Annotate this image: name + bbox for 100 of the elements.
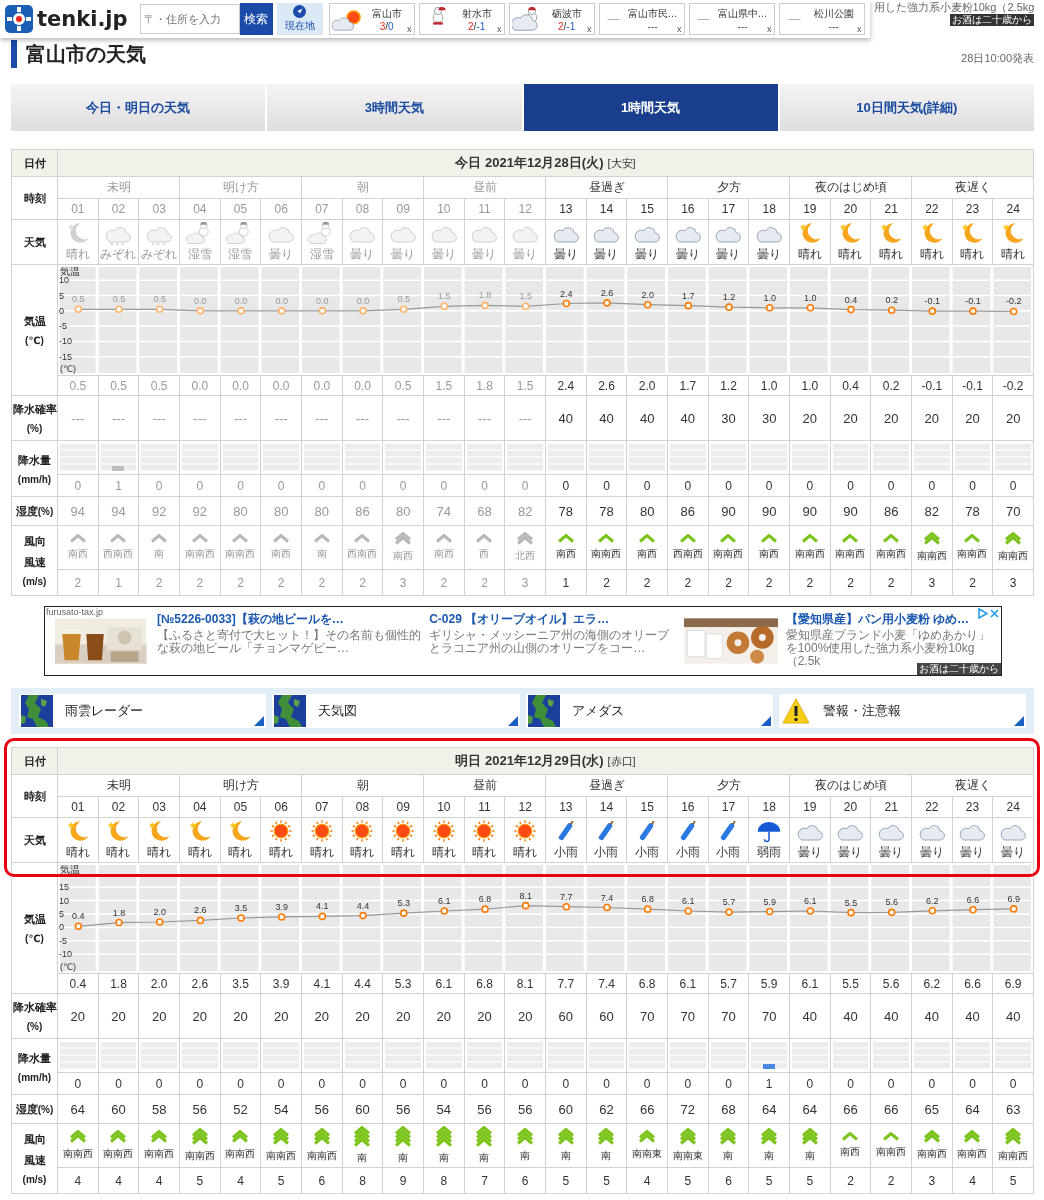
close-button[interactable]: x: [497, 24, 502, 34]
weather-label: 晴れ: [879, 246, 904, 263]
ad-title[interactable]: 【愛知県産】パン用小麦粉 ゆめ…: [785, 612, 1000, 627]
hour-label: 21: [884, 800, 898, 814]
rain-amount: 0: [196, 1076, 204, 1091]
adchoices-icon[interactable]: [977, 608, 988, 619]
temperature-range: 2/-1: [558, 20, 576, 32]
rain-gauge: [344, 444, 381, 471]
wind-speed: 2: [847, 575, 854, 590]
data-label: 7.4: [600, 892, 614, 903]
weather-label: 晴れ: [228, 844, 253, 861]
unit-label: (%): [37, 1103, 54, 1115]
tick-label: 0: [59, 922, 64, 933]
weather-label: 小雨: [675, 844, 700, 861]
temperature-value: 4.4: [354, 976, 371, 991]
temperature-value: 5.3: [394, 976, 412, 991]
data-point: [684, 907, 693, 915]
data-point: [643, 905, 652, 913]
row-label: 風向: [23, 534, 46, 549]
data-label: 1.7: [682, 290, 695, 301]
period-label: 朝: [356, 179, 369, 196]
nav-link[interactable]: 警報・注意報: [778, 694, 1026, 728]
humidity-value: 66: [639, 1101, 655, 1117]
row-label: 降水確率: [12, 1000, 57, 1015]
temperature-value: 2.4: [557, 378, 575, 393]
logo-icon[interactable]: [4, 4, 34, 34]
wind-direction: 南南西: [957, 1147, 988, 1161]
hour-label: 10: [437, 202, 451, 216]
placeholder-mark: —: [787, 12, 802, 26]
close-icon[interactable]: [989, 608, 1000, 619]
wind-speed: 4: [237, 1173, 244, 1188]
close-button[interactable]: x: [767, 24, 772, 34]
hour-label: 14: [599, 202, 614, 216]
hour-label: 24: [1006, 800, 1020, 814]
temperature-placeholder: ---: [828, 20, 839, 32]
current-location-button[interactable]: 現在地: [276, 3, 323, 35]
wind-arrow-icon: [434, 1126, 453, 1148]
ad-description: 【ふるさと寄付で大ヒット！】その名前も個性的な萩の地ビール「チョンマゲビー…: [157, 629, 422, 655]
tab[interactable]: 今日・明日の天気: [11, 84, 266, 131]
wind-direction: 南: [479, 1151, 490, 1165]
wind-direction: 南南西: [876, 1145, 907, 1159]
issued-time: 28日10:00発表: [961, 51, 1034, 66]
tab[interactable]: 1時間天気: [523, 84, 778, 131]
wind-direction: 南南西: [876, 547, 907, 561]
tab[interactable]: 10日間天気(詳細): [779, 84, 1034, 131]
precipitation-chance: 70: [761, 1008, 777, 1024]
unit-label: (℃): [60, 364, 77, 374]
nav-link[interactable]: 天気図: [272, 694, 520, 728]
precipitation-chance: 40: [924, 1008, 940, 1024]
row-label: 降水確率: [12, 402, 57, 417]
location-card[interactable]: 射水市 2/-1 x: [418, 3, 505, 35]
wind-direction: 南西: [840, 1145, 861, 1159]
hour-label: 17: [721, 800, 736, 814]
temperature-value: 2.0: [638, 378, 656, 393]
temperature-value: 1.5: [516, 378, 534, 393]
wind-speed: 9: [399, 1173, 407, 1188]
data-label: 2.6: [194, 905, 207, 916]
rain-amount: 0: [969, 1076, 976, 1091]
rain-amount: 0: [237, 1076, 244, 1091]
rain-amount: 0: [196, 478, 204, 493]
row-label: 時刻: [23, 788, 46, 804]
close-button[interactable]: x: [677, 24, 682, 34]
ad-title[interactable]: C-029 【オリーブオイル】エラ…: [429, 612, 673, 627]
nav-link[interactable]: アメダス: [525, 694, 773, 728]
weather-label: 晴れ: [1001, 246, 1026, 263]
weather-label: 曇り: [1001, 844, 1026, 861]
hour-label: 18: [762, 202, 776, 216]
precipitation-chance: 20: [233, 1008, 248, 1024]
weather-label: 晴れ: [350, 844, 375, 861]
rain-amount: 0: [1009, 478, 1017, 493]
search-field[interactable]: 〒・住所を入力: [139, 4, 240, 34]
location-card[interactable]: 富山市 3/0 x: [328, 3, 415, 35]
tab[interactable]: 3時間天気: [267, 84, 522, 131]
data-point: [969, 905, 977, 914]
search-button[interactable]: 検索: [239, 3, 273, 35]
close-button[interactable]: x: [407, 24, 412, 34]
precipitation-chance: 20: [192, 1008, 208, 1024]
close-button[interactable]: x: [587, 24, 592, 34]
precipitation-chance: 40: [965, 1008, 980, 1024]
humidity-value: 94: [111, 503, 126, 519]
hour-label: 05: [233, 202, 248, 216]
location-card[interactable]: 砺波市 2/-1 x: [508, 3, 595, 35]
nav-link[interactable]: 雨雲レーダー: [19, 694, 267, 728]
close-button[interactable]: x: [857, 24, 862, 34]
wind-direction: 南西: [393, 549, 414, 563]
wind-direction: 北西: [515, 549, 536, 563]
ad-title[interactable]: [№5226-0033]【萩の地ビールを…: [157, 612, 428, 627]
humidity-value: 86: [355, 503, 370, 519]
humidity-value: 66: [883, 1101, 899, 1117]
hour-label: 07: [315, 800, 329, 814]
data-label: 0.0: [194, 295, 207, 306]
row-label: 湿度: [15, 1101, 38, 1117]
hour-label: 08: [355, 800, 370, 814]
wind-arrow-icon: [516, 532, 535, 546]
unit-label: (m/s): [22, 1174, 47, 1185]
temperature-value: 1.7: [679, 378, 697, 393]
weather-label: 晴れ: [919, 246, 944, 263]
logo-text[interactable]: tenki.jp: [37, 7, 128, 31]
data-label: 7.7: [560, 891, 573, 902]
location-card[interactable]: — 松川公園 --- x: [778, 3, 865, 35]
